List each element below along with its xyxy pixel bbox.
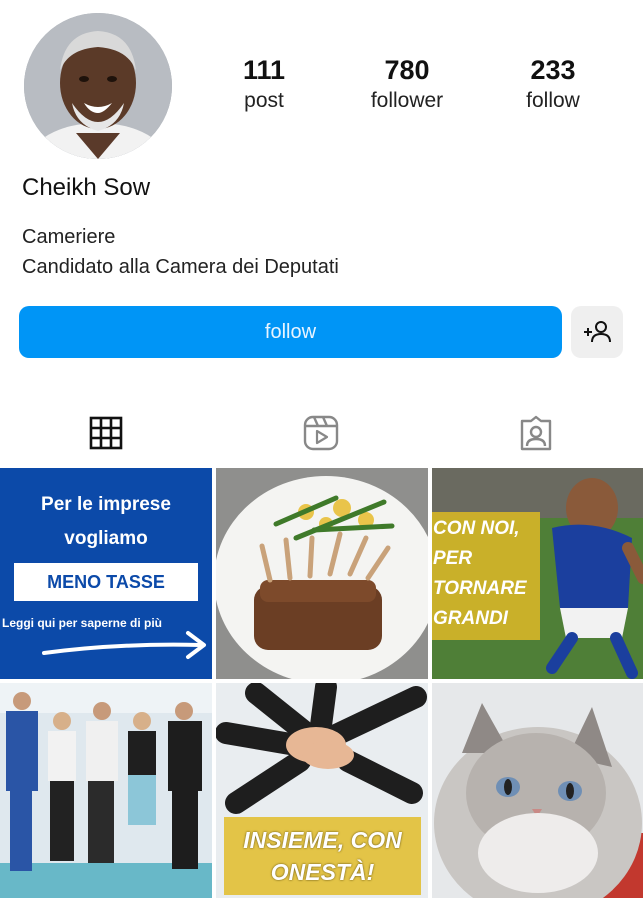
grid-icon	[89, 416, 123, 450]
post-headline-line2: vogliamo	[64, 528, 148, 549]
tagged-icon	[520, 415, 552, 451]
followers-count: 780	[384, 55, 430, 85]
followers-label: follower	[370, 89, 444, 112]
slogan-line: PER	[433, 548, 473, 569]
reels-icon	[303, 415, 339, 451]
post-tile[interactable]: CON NOI, PER TORNARE GRANDI	[432, 468, 643, 679]
followers-stat[interactable]: 780 follower	[347, 54, 467, 116]
bio-line-candidacy: Candidato alla Camera dei Deputati	[22, 256, 339, 278]
post-slogan: CON NOI, PER TORNARE GRANDI	[432, 514, 527, 634]
banner-line: ONESTÀ!	[270, 859, 375, 885]
tab-tagged[interactable]	[516, 413, 556, 453]
bio-line-occupation: Cameriere	[22, 226, 116, 248]
tab-posts-grid[interactable]	[86, 413, 126, 453]
post-slogan-banner: INSIEME, CON ONESTÀ!	[224, 817, 421, 895]
following-label: follow	[526, 89, 580, 112]
banner-line: INSIEME, CON	[243, 827, 402, 853]
profile-bio: Cameriere Candidato alla Camera dei Depu…	[22, 222, 339, 282]
cat-photo	[432, 683, 643, 898]
posts-grid: Per le imprese vogliamo MENO TASSE Leggi…	[0, 468, 643, 898]
post-highlight: MENO TASSE	[14, 563, 198, 601]
suggested-users-button[interactable]	[571, 306, 623, 358]
posts-stat[interactable]: 111 post	[204, 54, 324, 116]
slogan-line: GRANDI	[433, 608, 508, 629]
arrow-right-icon	[42, 631, 206, 659]
follow-button[interactable]: follow	[19, 306, 562, 358]
post-tile[interactable]	[0, 683, 212, 898]
person-plus-icon	[584, 321, 611, 343]
profile-avatar[interactable]	[24, 13, 172, 159]
following-count: 233	[530, 55, 576, 85]
slogan-line: CON NOI,	[433, 518, 520, 539]
post-tile[interactable]	[216, 468, 428, 679]
business-team-photo	[0, 683, 212, 898]
post-tile[interactable]: INSIEME, CON ONESTÀ!	[216, 683, 428, 898]
following-stat[interactable]: 233 follow	[493, 54, 613, 116]
post-tile[interactable]	[432, 683, 643, 898]
slogan-line: TORNARE	[433, 578, 527, 599]
profile-name: Cheikh Sow	[22, 174, 151, 201]
posts-label: post	[244, 89, 284, 112]
posts-count: 111	[242, 55, 286, 85]
post-tile[interactable]: Per le imprese vogliamo MENO TASSE Leggi…	[0, 468, 212, 679]
avatar-portrait	[24, 13, 172, 159]
tab-reels[interactable]	[301, 413, 341, 453]
post-headline-line1: Per le imprese	[41, 494, 171, 515]
food-photo	[216, 468, 428, 679]
